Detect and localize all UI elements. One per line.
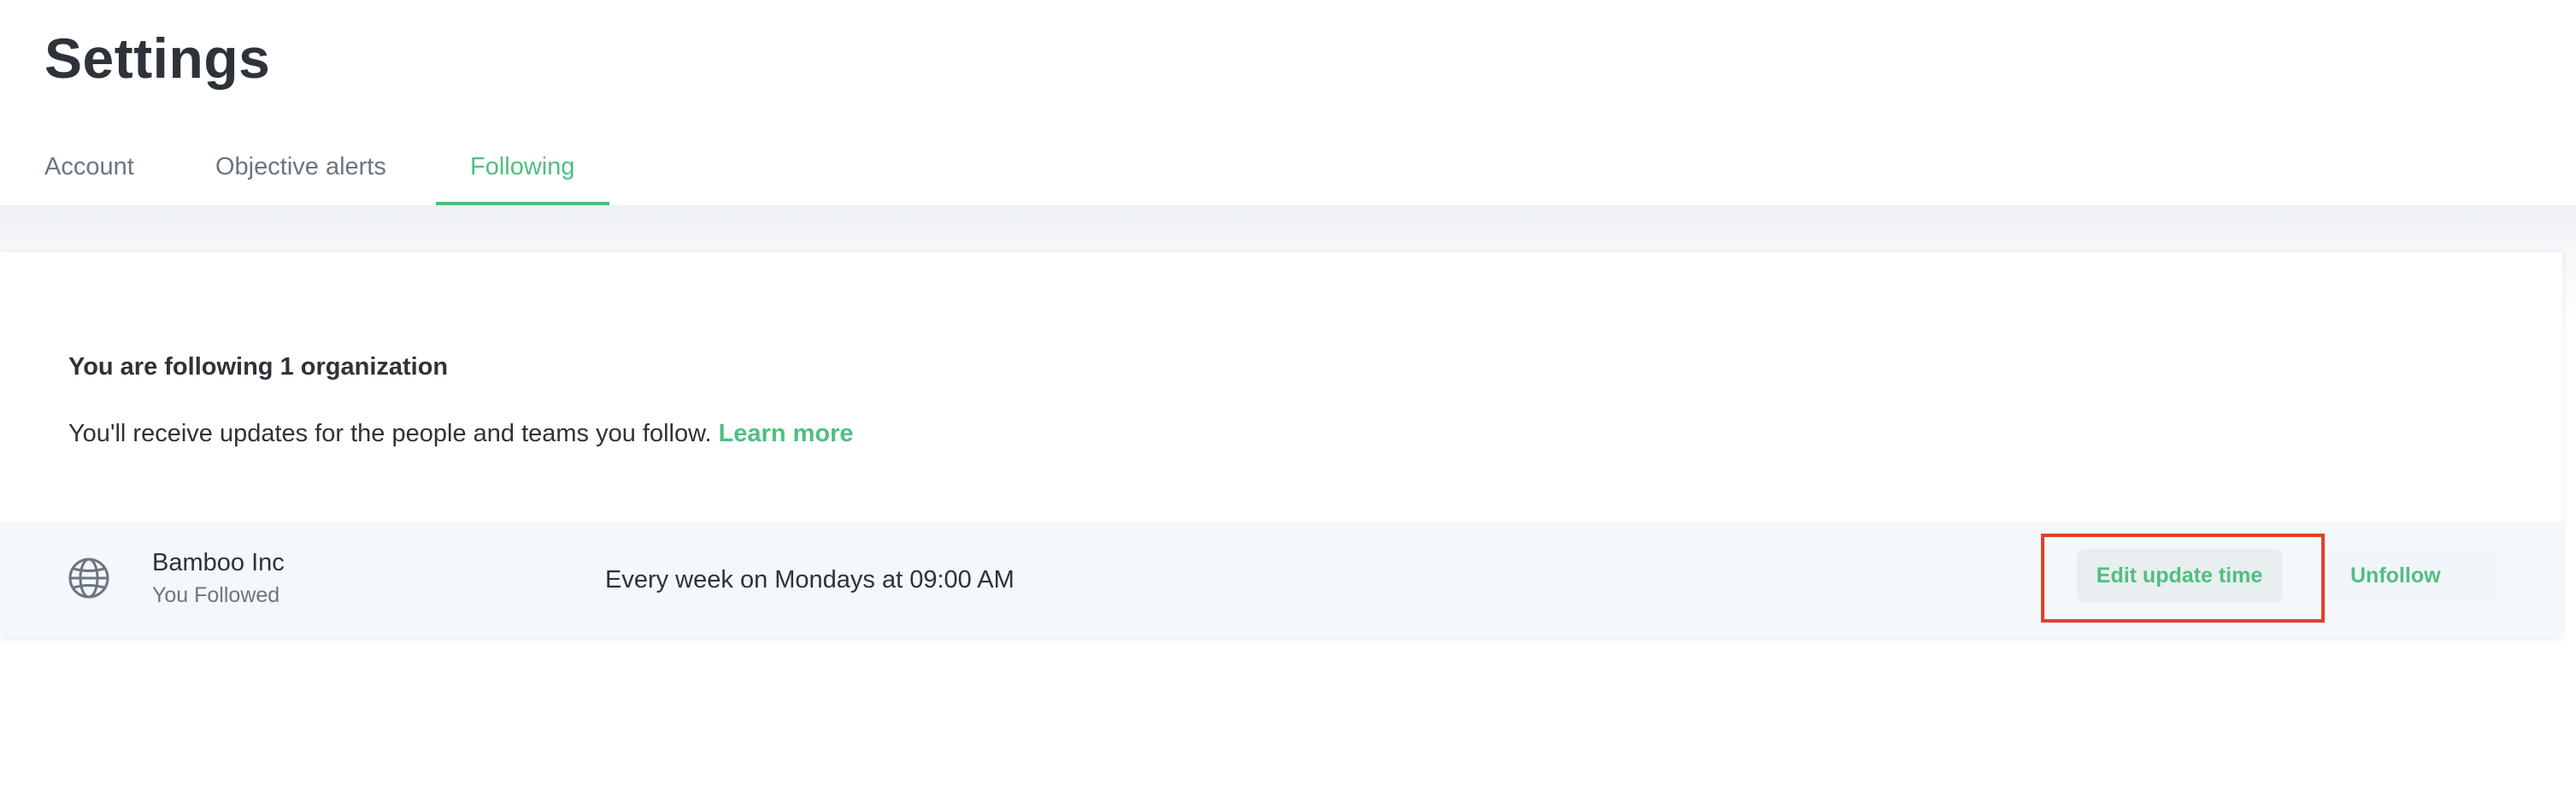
globe-icon	[68, 558, 109, 599]
tab-objective-alerts[interactable]: Objective alerts	[215, 137, 386, 205]
learn-more-link[interactable]: Learn more	[719, 420, 854, 447]
unfollow-button[interactable]: Unfollow	[2328, 549, 2496, 602]
following-card: You are following 1 organization You'll …	[0, 252, 2562, 637]
organization-follow-status: You Followed	[152, 583, 280, 607]
following-count-heading: You are following 1 organization	[68, 353, 449, 381]
tab-following[interactable]: Following	[436, 137, 609, 205]
settings-tabs: Account Objective alerts Following	[0, 137, 2576, 205]
update-schedule: Every week on Mondays at 09:00 AM	[605, 566, 1015, 593]
tab-account[interactable]: Account	[44, 137, 134, 205]
settings-page: Settings Account Objective alerts Follow…	[0, 0, 2576, 809]
following-description: You'll receive updates for the people an…	[68, 420, 854, 448]
edit-update-time-button[interactable]: Edit update time	[2077, 549, 2282, 602]
page-title: Settings	[44, 27, 271, 90]
followed-organization-row: Bamboo Inc You Followed Every week on Mo…	[0, 522, 2562, 637]
following-description-text: You'll receive updates for the people an…	[68, 420, 712, 447]
organization-name[interactable]: Bamboo Inc	[152, 549, 285, 577]
